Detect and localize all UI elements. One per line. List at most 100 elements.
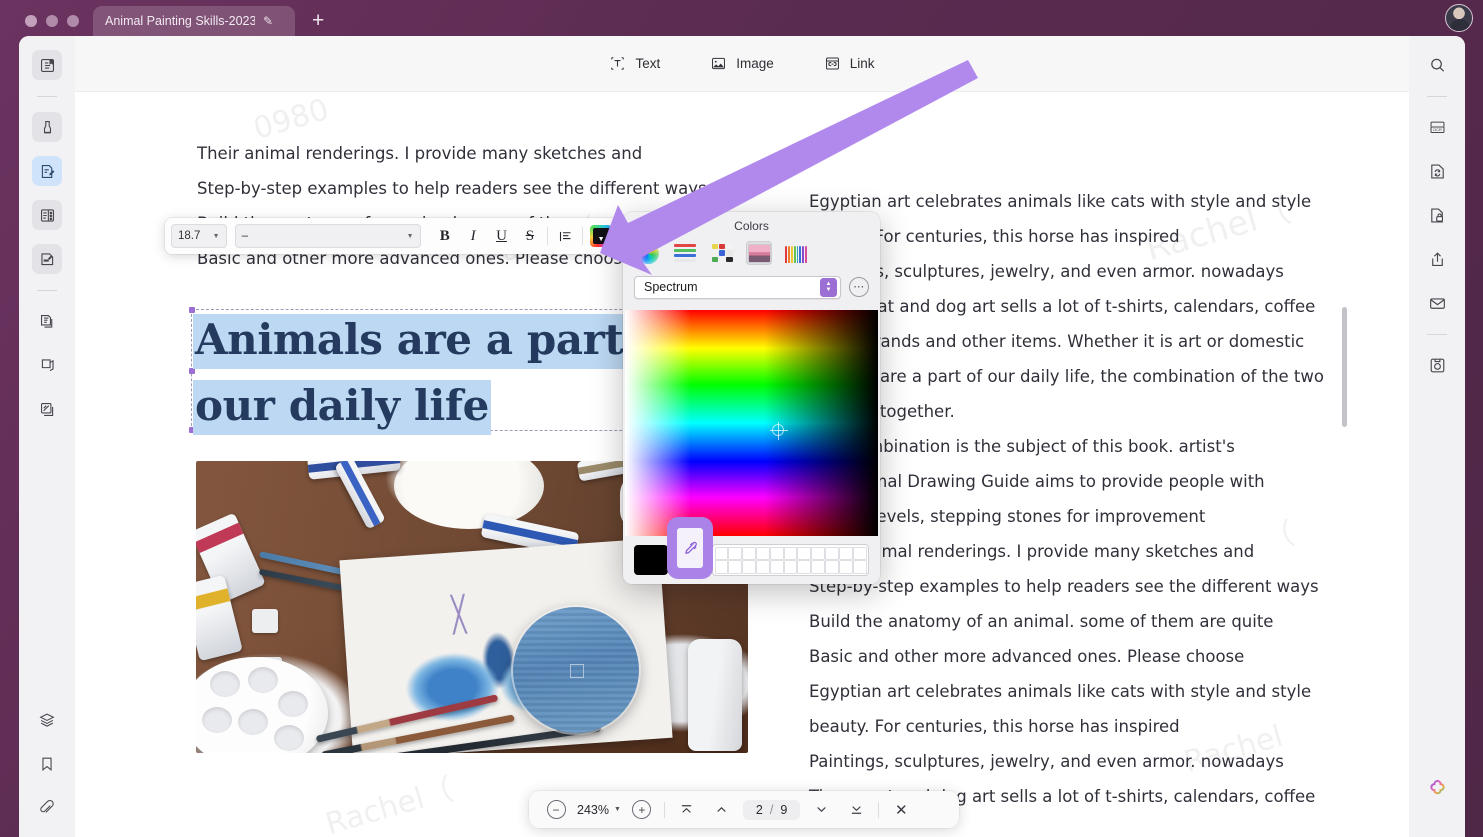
prev-page-button[interactable] xyxy=(709,797,735,823)
swatch[interactable] xyxy=(742,560,756,574)
first-page-button[interactable] xyxy=(674,797,700,823)
insert-text-button[interactable]: Text xyxy=(609,55,660,72)
tab-color-sliders[interactable] xyxy=(672,241,698,265)
tab-color-wheel[interactable] xyxy=(635,241,661,265)
swatch[interactable] xyxy=(825,560,839,574)
insert-link-button[interactable]: Link xyxy=(824,55,875,72)
new-tab-button[interactable]: + xyxy=(312,10,324,31)
document-tab[interactable]: Animal Painting Skills-2023 ✎ xyxy=(93,6,295,36)
sidebar-layers[interactable] xyxy=(32,705,62,735)
next-page-button[interactable] xyxy=(808,797,834,823)
doc-line: Egyptian art celebrates animals like cat… xyxy=(809,192,1312,211)
eyedropper-button[interactable] xyxy=(667,517,713,579)
right-protect[interactable] xyxy=(1422,200,1452,230)
swatch[interactable] xyxy=(852,546,867,560)
swatch[interactable] xyxy=(783,546,798,560)
sidebar-edit[interactable] xyxy=(32,156,62,186)
avatar[interactable] xyxy=(1445,4,1473,32)
insert-toolbar: Text Image Link xyxy=(75,36,1409,92)
italic-button[interactable]: I xyxy=(459,223,487,249)
traffic-lights xyxy=(0,15,79,36)
tab-color-palette[interactable] xyxy=(709,241,735,265)
doc-line: Step-by-step examples to help readers se… xyxy=(197,179,707,198)
sidebar-attachment[interactable] xyxy=(32,793,62,823)
swatch[interactable] xyxy=(742,546,756,560)
right-search[interactable] xyxy=(1422,50,1452,80)
right-email[interactable] xyxy=(1422,288,1452,318)
spectrum-gradient[interactable] xyxy=(625,310,878,536)
swatch[interactable] xyxy=(838,560,853,574)
pencil-icon[interactable]: ✎ xyxy=(263,15,273,27)
swatch[interactable] xyxy=(811,546,826,560)
font-family-select[interactable]: – ▼ xyxy=(234,224,421,248)
sidebar-crop[interactable] xyxy=(32,350,62,380)
chevron-down-icon[interactable]: ▼ xyxy=(614,806,621,813)
saved-swatches-grid[interactable] xyxy=(712,544,869,576)
swatch[interactable] xyxy=(728,560,743,574)
swatch[interactable] xyxy=(811,560,826,574)
swatch[interactable] xyxy=(825,546,839,560)
swatch[interactable] xyxy=(852,560,867,574)
sidebar-bookmark[interactable] xyxy=(32,749,62,779)
butterfly-sketch-lines xyxy=(428,592,491,637)
right-share[interactable] xyxy=(1422,244,1452,274)
current-color-swatch[interactable] xyxy=(634,545,668,575)
right-ocr[interactable]: OCR xyxy=(1422,112,1452,142)
current-page-value[interactable]: 2 xyxy=(756,803,763,817)
zoom-out-button[interactable]: − xyxy=(543,797,569,823)
color-picker-crosshair[interactable] xyxy=(770,422,788,440)
close-navbar-button[interactable]: ✕ xyxy=(888,797,914,823)
swatch[interactable] xyxy=(755,546,770,560)
zoom-out-icon: − xyxy=(546,800,566,819)
swatch[interactable] xyxy=(769,560,784,574)
ai-flower-icon[interactable] xyxy=(1422,773,1452,803)
insert-link-label: Link xyxy=(849,56,875,71)
minimize-window-button[interactable] xyxy=(46,15,58,27)
last-page-button[interactable] xyxy=(843,797,869,823)
zoom-in-button[interactable]: + xyxy=(629,797,655,823)
zoom-level-value[interactable]: 243% xyxy=(577,803,609,817)
tab-image-palette[interactable] xyxy=(746,241,772,265)
color-mode-value: Spectrum xyxy=(644,280,698,294)
insert-image-button[interactable]: Image xyxy=(710,55,774,72)
selection-handle[interactable] xyxy=(189,307,195,313)
heading-line-2[interactable]: our daily life xyxy=(193,380,491,435)
close-window-button[interactable] xyxy=(25,15,37,27)
color-mode-select[interactable]: Spectrum ▲ ▼ xyxy=(634,275,841,299)
tab-crayons[interactable] xyxy=(783,241,809,265)
right-save[interactable] xyxy=(1422,350,1452,380)
text-color-button[interactable]: ▼ xyxy=(590,225,613,247)
maximize-window-button[interactable] xyxy=(67,15,79,27)
title-bar: Animal Painting Skills-2023 ✎ + xyxy=(0,0,1483,36)
bold-button[interactable]: B xyxy=(431,223,459,249)
align-left-icon[interactable] xyxy=(551,223,579,249)
total-pages-value: 9 xyxy=(780,802,788,817)
sidebar-organize[interactable] xyxy=(32,306,62,336)
heading-line-1[interactable]: Animals are a part of xyxy=(193,314,685,369)
swatch[interactable] xyxy=(728,546,743,560)
sidebar-sign[interactable] xyxy=(32,244,62,274)
swatch[interactable] xyxy=(783,560,798,574)
underline-button[interactable]: U xyxy=(487,223,515,249)
swatch[interactable] xyxy=(714,546,729,560)
swatch[interactable] xyxy=(755,560,770,574)
font-size-select[interactable]: 18.7 ▼ xyxy=(171,224,227,248)
swatch[interactable] xyxy=(797,546,812,560)
right-convert[interactable] xyxy=(1422,156,1452,186)
swatch[interactable] xyxy=(838,546,853,560)
vertical-scrollbar[interactable] xyxy=(1342,307,1347,427)
swatch[interactable] xyxy=(797,560,812,574)
strikethrough-button[interactable]: S xyxy=(516,223,544,249)
doc-line: Animals are a part of our daily life, th… xyxy=(809,367,1324,386)
chevron-down-icon: ▼ xyxy=(406,232,414,240)
page-indicator[interactable]: 2 / 9 xyxy=(742,799,801,820)
sidebar-highlight[interactable] xyxy=(32,112,62,142)
stepper-icon[interactable]: ▲ ▼ xyxy=(820,277,837,297)
swatch[interactable] xyxy=(714,560,729,574)
sidebar-compare[interactable] xyxy=(32,394,62,424)
more-options-button[interactable]: ⋯ xyxy=(849,277,869,297)
sidebar-reader[interactable] xyxy=(32,50,62,80)
sidebar-annotate[interactable] xyxy=(32,200,62,230)
paint-palette xyxy=(196,657,328,753)
swatch[interactable] xyxy=(769,546,784,560)
